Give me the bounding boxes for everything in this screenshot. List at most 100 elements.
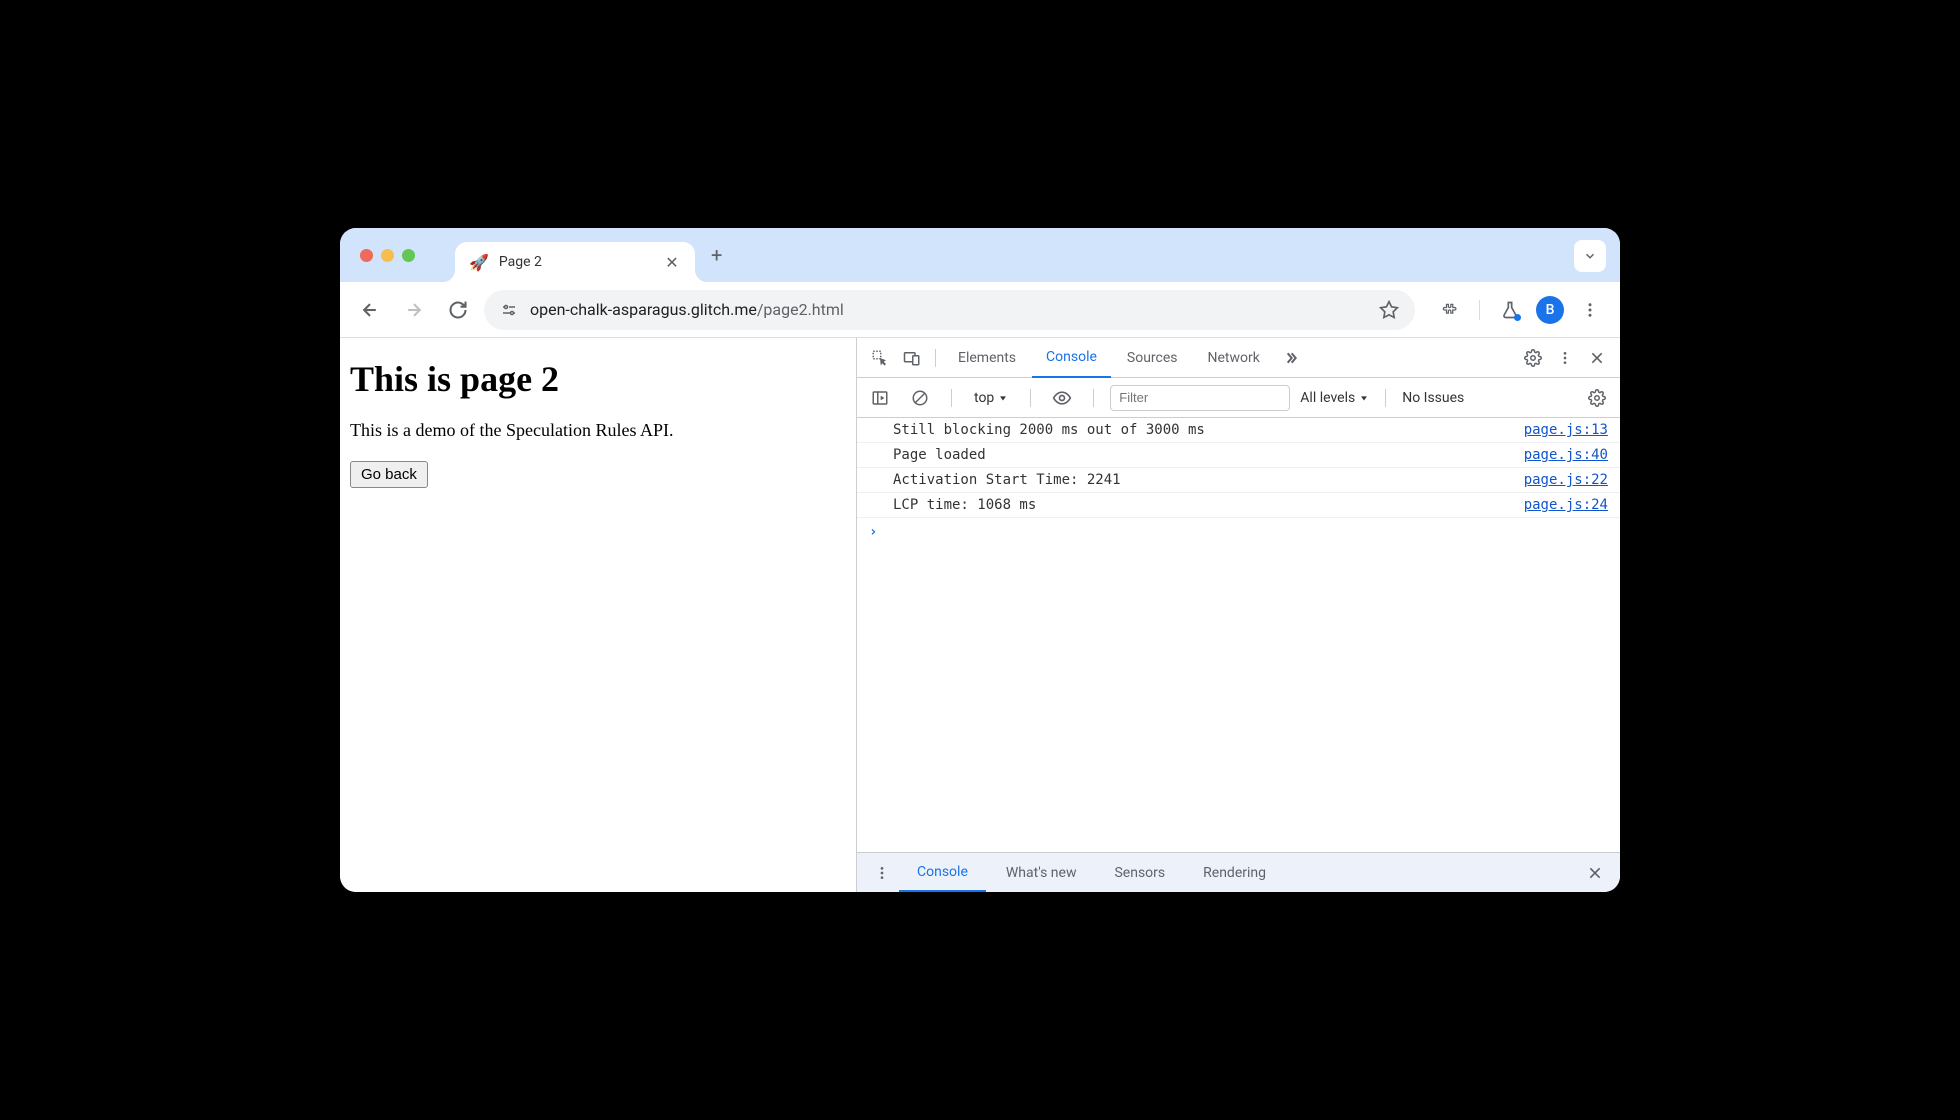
page-paragraph: This is a demo of the Speculation Rules … — [350, 420, 846, 441]
browser-tab[interactable]: 🚀 Page 2 ✕ — [455, 242, 695, 282]
dots-vertical-icon — [874, 865, 890, 881]
menu-button[interactable] — [1572, 292, 1608, 328]
device-toolbar-button[interactable] — [897, 343, 927, 373]
avatar-letter: B — [1546, 302, 1555, 318]
browser-window: 🚀 Page 2 ✕ + open-chalk-asparagus.glitch… — [340, 228, 1620, 892]
tab-elements[interactable]: Elements — [944, 338, 1030, 377]
dots-vertical-icon — [1557, 350, 1573, 366]
tab-network[interactable]: Network — [1194, 338, 1274, 377]
console-message: LCP time: 1068 ms — [893, 497, 1524, 513]
inspect-element-button[interactable] — [865, 343, 895, 373]
separator — [951, 389, 952, 407]
drawer-tab-rendering[interactable]: Rendering — [1185, 853, 1284, 892]
drawer-tab-sensors[interactable]: Sensors — [1096, 853, 1183, 892]
drawer-close-button[interactable] — [1580, 858, 1610, 888]
console-source-link[interactable]: page.js:22 — [1524, 472, 1608, 488]
tab-strip: 🚀 Page 2 ✕ + — [340, 228, 1620, 282]
dots-vertical-icon — [1581, 301, 1599, 319]
console-sidebar-toggle[interactable] — [865, 383, 895, 413]
close-tab-button[interactable]: ✕ — [663, 253, 681, 272]
triangle-down-icon — [1359, 393, 1369, 403]
console-row: Still blocking 2000 ms out of 3000 ms pa… — [857, 418, 1620, 443]
drawer-tab-whatsnew[interactable]: What's new — [988, 853, 1095, 892]
separator — [1385, 389, 1386, 407]
more-tabs-button[interactable] — [1276, 343, 1306, 373]
issues-label[interactable]: No Issues — [1402, 390, 1464, 406]
log-levels-selector[interactable]: All levels — [1300, 390, 1369, 406]
experiments-button[interactable] — [1492, 292, 1528, 328]
forward-button[interactable] — [396, 292, 432, 328]
gear-icon — [1588, 389, 1606, 407]
reload-button[interactable] — [440, 292, 476, 328]
devtools-menu-button[interactable] — [1550, 343, 1580, 373]
console-settings-button[interactable] — [1582, 383, 1612, 413]
separator — [935, 349, 936, 367]
address-bar[interactable]: open-chalk-asparagus.glitch.me/page2.htm… — [484, 290, 1415, 330]
devices-icon — [903, 349, 921, 367]
url-path: /page2.html — [757, 300, 844, 319]
console-prompt[interactable]: › — [857, 518, 1620, 546]
notification-dot-icon — [1514, 314, 1521, 321]
devtools-panel: Elements Console Sources Network — [856, 338, 1620, 892]
console-source-link[interactable]: page.js:40 — [1524, 447, 1608, 463]
puzzle-icon — [1439, 300, 1459, 320]
separator — [1030, 389, 1031, 407]
tab-sources[interactable]: Sources — [1113, 338, 1192, 377]
drawer-tab-console[interactable]: Console — [899, 854, 986, 893]
drawer-menu-button[interactable] — [867, 858, 897, 888]
gear-icon — [1524, 349, 1542, 367]
close-icon — [1589, 350, 1605, 366]
window-controls — [340, 249, 435, 262]
back-button[interactable] — [352, 292, 388, 328]
page-heading: This is page 2 — [350, 358, 846, 400]
console-filter-input[interactable] — [1110, 385, 1290, 411]
minimize-window-button[interactable] — [381, 249, 394, 262]
console-row: LCP time: 1068 ms page.js:24 — [857, 493, 1620, 518]
rocket-icon: 🚀 — [469, 253, 489, 272]
inspect-icon — [871, 349, 889, 367]
live-expression-button[interactable] — [1047, 383, 1077, 413]
console-source-link[interactable]: page.js:24 — [1524, 497, 1608, 513]
tab-title: Page 2 — [499, 254, 653, 270]
go-back-button[interactable]: Go back — [350, 461, 428, 488]
url-text: open-chalk-asparagus.glitch.me/page2.htm… — [530, 300, 1367, 319]
content-area: This is page 2 This is a demo of the Spe… — [340, 338, 1620, 892]
sidebar-icon — [871, 389, 889, 407]
toolbar: open-chalk-asparagus.glitch.me/page2.htm… — [340, 282, 1620, 338]
extensions-button[interactable] — [1431, 292, 1467, 328]
reload-icon — [448, 300, 468, 320]
close-window-button[interactable] — [360, 249, 373, 262]
chevrons-right-icon — [1283, 350, 1299, 366]
eye-icon — [1052, 388, 1072, 408]
clear-console-button[interactable] — [905, 383, 935, 413]
page-content: This is page 2 This is a demo of the Spe… — [340, 338, 856, 892]
maximize-window-button[interactable] — [402, 249, 415, 262]
context-label: top — [974, 390, 994, 406]
devtools-drawer: Console What's new Sensors Rendering — [857, 852, 1620, 892]
site-settings-icon[interactable] — [500, 301, 518, 319]
console-source-link[interactable]: page.js:13 — [1524, 422, 1608, 438]
arrow-right-icon — [404, 300, 424, 320]
separator — [1093, 389, 1094, 407]
url-host: open-chalk-asparagus.glitch.me — [530, 300, 757, 319]
console-toolbar: top All levels No Issues — [857, 378, 1620, 418]
console-row: Activation Start Time: 2241 page.js:22 — [857, 468, 1620, 493]
toolbar-right: B — [1423, 292, 1608, 328]
bookmark-button[interactable] — [1379, 300, 1399, 320]
devtools-settings-button[interactable] — [1518, 343, 1548, 373]
close-icon — [1587, 865, 1603, 881]
context-selector[interactable]: top — [968, 390, 1014, 406]
console-message: Activation Start Time: 2241 — [893, 472, 1524, 488]
new-tab-button[interactable]: + — [695, 243, 738, 267]
console-output: Still blocking 2000 ms out of 3000 ms pa… — [857, 418, 1620, 852]
clear-icon — [911, 389, 929, 407]
triangle-down-icon — [998, 393, 1008, 403]
tab-console[interactable]: Console — [1032, 339, 1111, 378]
tab-search-button[interactable] — [1574, 240, 1606, 272]
arrow-left-icon — [360, 300, 380, 320]
profile-avatar[interactable]: B — [1536, 296, 1564, 324]
console-message: Page loaded — [893, 447, 1524, 463]
console-row: Page loaded page.js:40 — [857, 443, 1620, 468]
devtools-close-button[interactable] — [1582, 343, 1612, 373]
chevron-down-icon — [1583, 249, 1597, 263]
